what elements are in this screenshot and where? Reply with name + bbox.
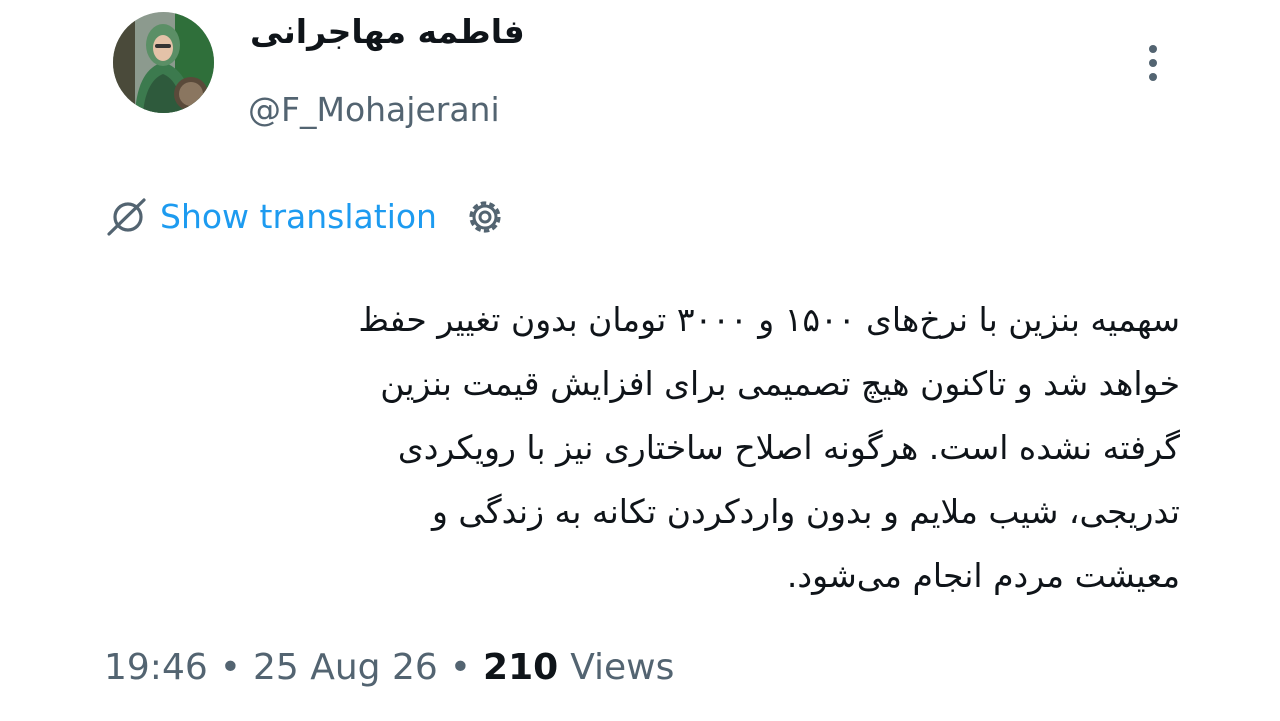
meta-separator: •	[219, 646, 241, 688]
tweet-text: سهمیه بنزین با نرخ‌های ۱۵۰۰ و ۳۰۰۰ تومان…	[140, 288, 1180, 608]
tweet-time[interactable]: 19:46	[104, 647, 208, 688]
meta-separator: •	[449, 646, 472, 688]
tweet-meta: 19:46 • 25 Aug 26 • 210 Views	[104, 640, 674, 694]
translate-globe-icon	[107, 198, 146, 236]
avatar-image	[113, 12, 214, 113]
tweet-line-4: تدریجی، شیب ملایم و بدون واردکردن تکانه …	[431, 492, 1180, 531]
show-translation-link[interactable]: Show translation	[160, 195, 437, 239]
tweet-line-1: سهمیه بنزین با نرخ‌های ۱۵۰۰ و ۳۰۰۰ تومان…	[358, 300, 1180, 339]
views-count: 210	[483, 646, 559, 688]
gear-icon[interactable]	[463, 195, 507, 239]
author-display-name[interactable]: فاطمه مهاجرانی	[250, 10, 525, 54]
more-options-button[interactable]	[1138, 40, 1168, 86]
translation-row: Show translation	[104, 190, 507, 244]
tweet-line-3: گرفته نشده است. هرگونه اصلاح ساختاری نیز…	[397, 428, 1180, 467]
tweet-line-5: معیشت مردم انجام می‌شود.	[786, 556, 1180, 595]
views-label: Views	[570, 646, 675, 688]
avatar[interactable]	[113, 12, 214, 113]
author-handle[interactable]: @F_Mohajerani	[248, 88, 500, 132]
tweet-date[interactable]: 25 Aug 26	[253, 647, 438, 688]
more-vertical-icon	[1149, 45, 1157, 81]
tweet-line-2: خواهد شد و تاکنون هیچ تصمیمی برای افزایش…	[380, 364, 1180, 403]
tweet-view: فاطمه مهاجرانی @F_Mohajerani Show transl…	[0, 0, 1280, 721]
